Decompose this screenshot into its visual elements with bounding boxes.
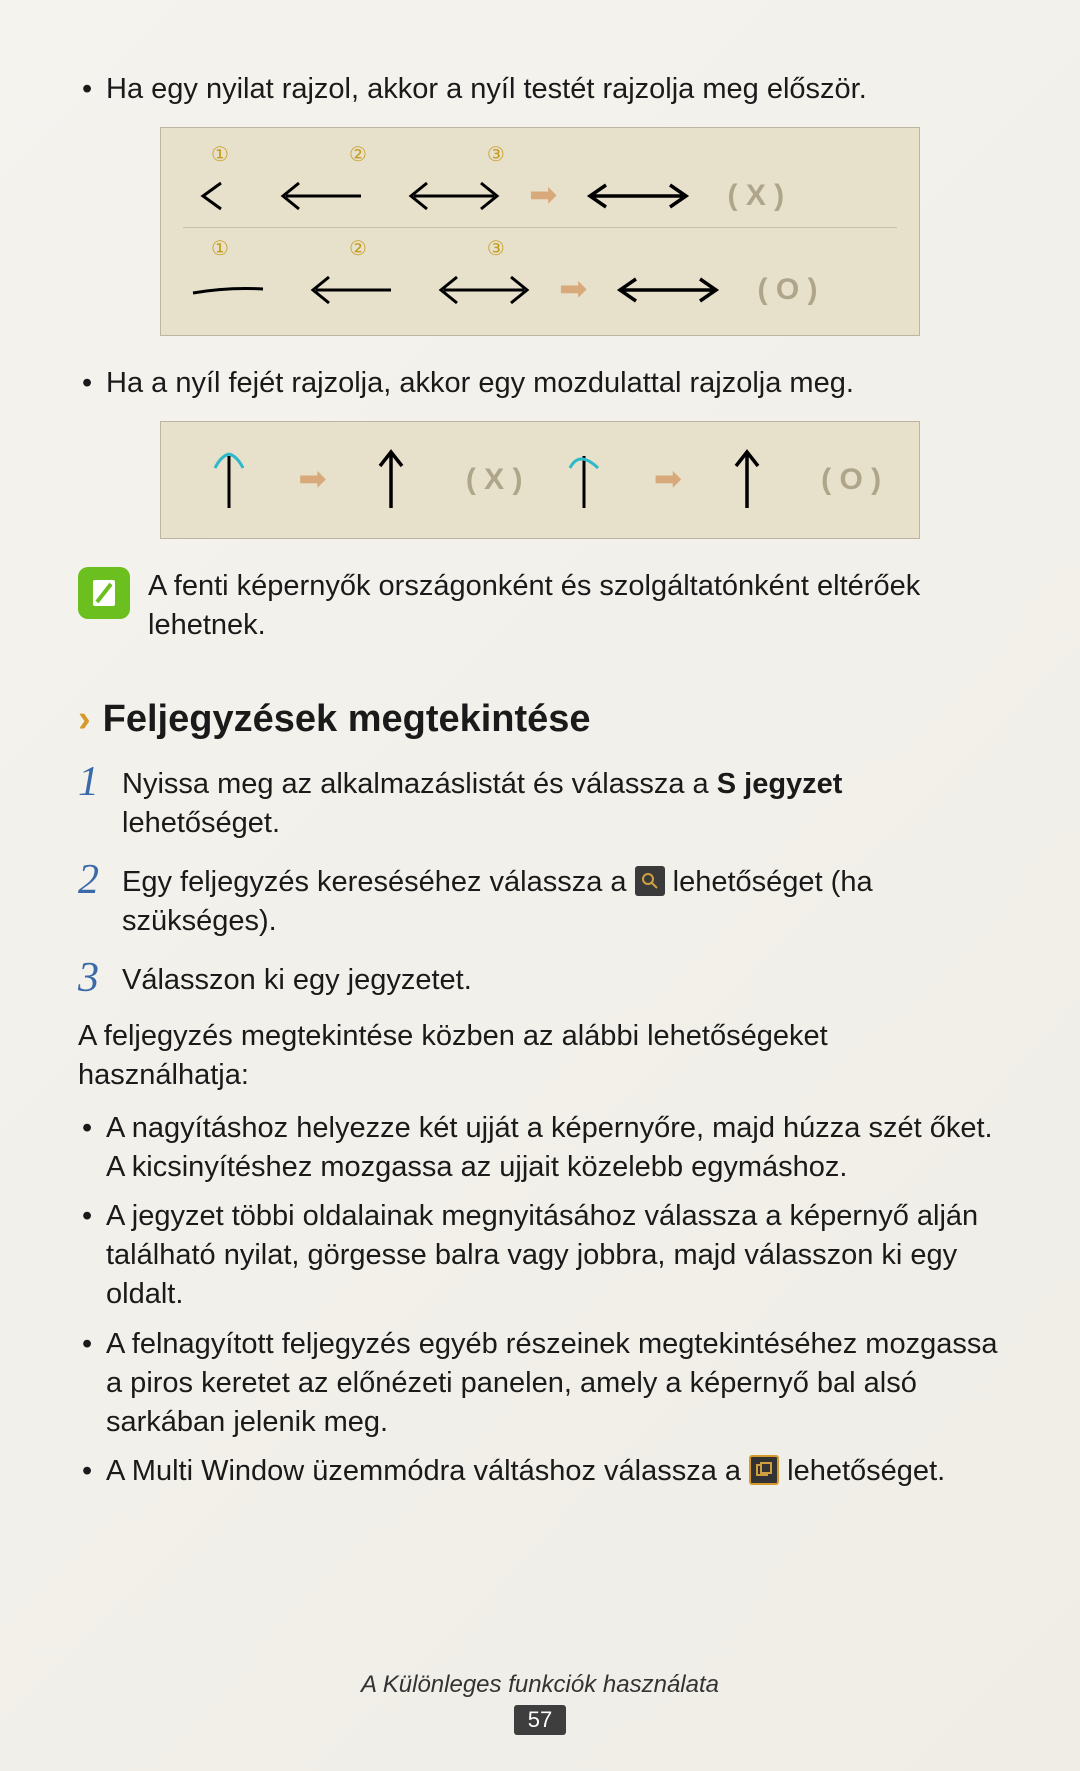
page-footer: A Különleges funkciók használata 57 [0, 1671, 1080, 1735]
search-icon [635, 866, 665, 896]
arrow-left-icon [271, 171, 371, 221]
step-number: 1 [78, 761, 122, 843]
result-arrow-icon: ➡ [559, 267, 588, 313]
note-text: A fenti képernyők országonként és szolgá… [148, 567, 1002, 645]
step-text: Nyissa meg az alkalmazáslistát és válass… [122, 761, 1002, 843]
arrow-head-only-icon [183, 171, 243, 221]
step-label: ③ [487, 142, 505, 169]
step-label: ① [211, 142, 229, 169]
step-number: 3 [78, 957, 122, 1000]
illustration-row-right: ➡ ( O ) [183, 265, 897, 315]
result-wrong-label: ( X ) [728, 176, 785, 217]
page-content: • Ha egy nyilat rajzol, akkor a nyíl tes… [78, 70, 1002, 1491]
arrow-up-icon [366, 446, 416, 514]
arrow-single-stroke-head-icon [554, 446, 614, 514]
section-title: Feljegyzések megtekintése [103, 694, 591, 745]
page-number: 57 [514, 1705, 566, 1735]
result-wrong-label: ( X ) [466, 460, 523, 501]
bullet-marker: • [78, 1197, 106, 1314]
bullet-text: A jegyzet többi oldalainak megnyitásához… [106, 1197, 1002, 1314]
bullet-marker: • [78, 1109, 106, 1187]
bullet-marker: • [78, 364, 106, 403]
paragraph-text: A feljegyzés megtekintése közben az aláb… [78, 1017, 1002, 1095]
bullet-item: • A jegyzet többi oldalainak megnyitásáh… [78, 1197, 1002, 1314]
step-text: Egy feljegyzés kereséséhez válassza a le… [122, 859, 1002, 941]
bullet-item: • A Multi Window üzemmódra váltáshoz vál… [78, 1452, 1002, 1491]
result-arrow-icon: ➡ [654, 457, 683, 503]
bullet-item: • Ha egy nyilat rajzol, akkor a nyíl tes… [78, 70, 1002, 109]
step-item: 1 Nyissa meg az alkalmazáslistát és vála… [78, 761, 1002, 843]
note-icon [78, 567, 130, 619]
bullet-item: • Ha a nyíl fejét rajzolja, akkor egy mo… [78, 364, 1002, 403]
bullet-text: Ha egy nyilat rajzol, akkor a nyíl testé… [106, 70, 1002, 109]
step-number: 2 [78, 859, 122, 941]
step-label: ① [211, 236, 229, 263]
arrow-bidir-result-icon [578, 171, 698, 221]
footer-section-title: A Különleges funkciók használata [0, 1671, 1080, 1699]
bullet-marker: • [78, 70, 106, 109]
line-stroke-icon [183, 265, 273, 315]
arrow-bidir-result-icon [608, 265, 728, 315]
bullet-text: A Multi Window üzemmódra váltáshoz válas… [106, 1452, 1002, 1491]
arrow-two-stroke-head-icon [199, 446, 259, 514]
bullet-text: A nagyításhoz helyezze két ujját a képer… [106, 1109, 1002, 1187]
step-numbers-row: ① ② ③ [211, 236, 897, 263]
bullet-text: Ha a nyíl fejét rajzolja, akkor egy mozd… [106, 364, 1002, 403]
illustration-arrow-head: ➡ ( X ) ➡ ( O ) [160, 421, 920, 539]
multi-window-icon [749, 1455, 779, 1485]
section-heading: › Feljegyzések megtekintése [78, 694, 1002, 745]
arrow-bidir-icon [429, 265, 539, 315]
result-right-label: ( O ) [758, 270, 818, 311]
illustration-row-wrong: ➡ ( X ) [183, 171, 897, 221]
illustration-arrow-body: ① ② ③ ➡ ( X ) ① ② ③ ➡ [160, 127, 920, 336]
arrow-bidir-icon [399, 171, 509, 221]
step-item: 3 Válasszon ki egy jegyzetet. [78, 957, 1002, 1000]
result-right-label: ( O ) [821, 460, 881, 501]
bullet-item: • A nagyításhoz helyezze két ujját a kép… [78, 1109, 1002, 1187]
illustration-row: ➡ ( X ) ➡ ( O ) [189, 446, 891, 514]
result-arrow-icon: ➡ [298, 457, 327, 503]
bullet-marker: • [78, 1325, 106, 1442]
bullet-marker: • [78, 1452, 106, 1491]
result-arrow-icon: ➡ [529, 173, 558, 219]
arrow-left-icon [301, 265, 401, 315]
step-label: ③ [487, 236, 505, 263]
step-text: Válasszon ki egy jegyzetet. [122, 957, 1002, 1000]
bullet-text: A felnagyított feljegyzés egyéb részeine… [106, 1325, 1002, 1442]
note-callout: A fenti képernyők országonként és szolgá… [78, 567, 1002, 645]
step-label: ② [349, 142, 367, 169]
sub-bullet-list: • A nagyításhoz helyezze két ujját a kép… [78, 1109, 1002, 1491]
bullet-item: • A felnagyított feljegyzés egyéb részei… [78, 1325, 1002, 1442]
step-label: ② [349, 236, 367, 263]
step-item: 2 Egy feljegyzés kereséséhez válassza a … [78, 859, 1002, 941]
chevron-icon: › [78, 694, 91, 745]
arrow-up-icon [722, 446, 772, 514]
step-numbers-row: ① ② ③ [211, 142, 897, 169]
